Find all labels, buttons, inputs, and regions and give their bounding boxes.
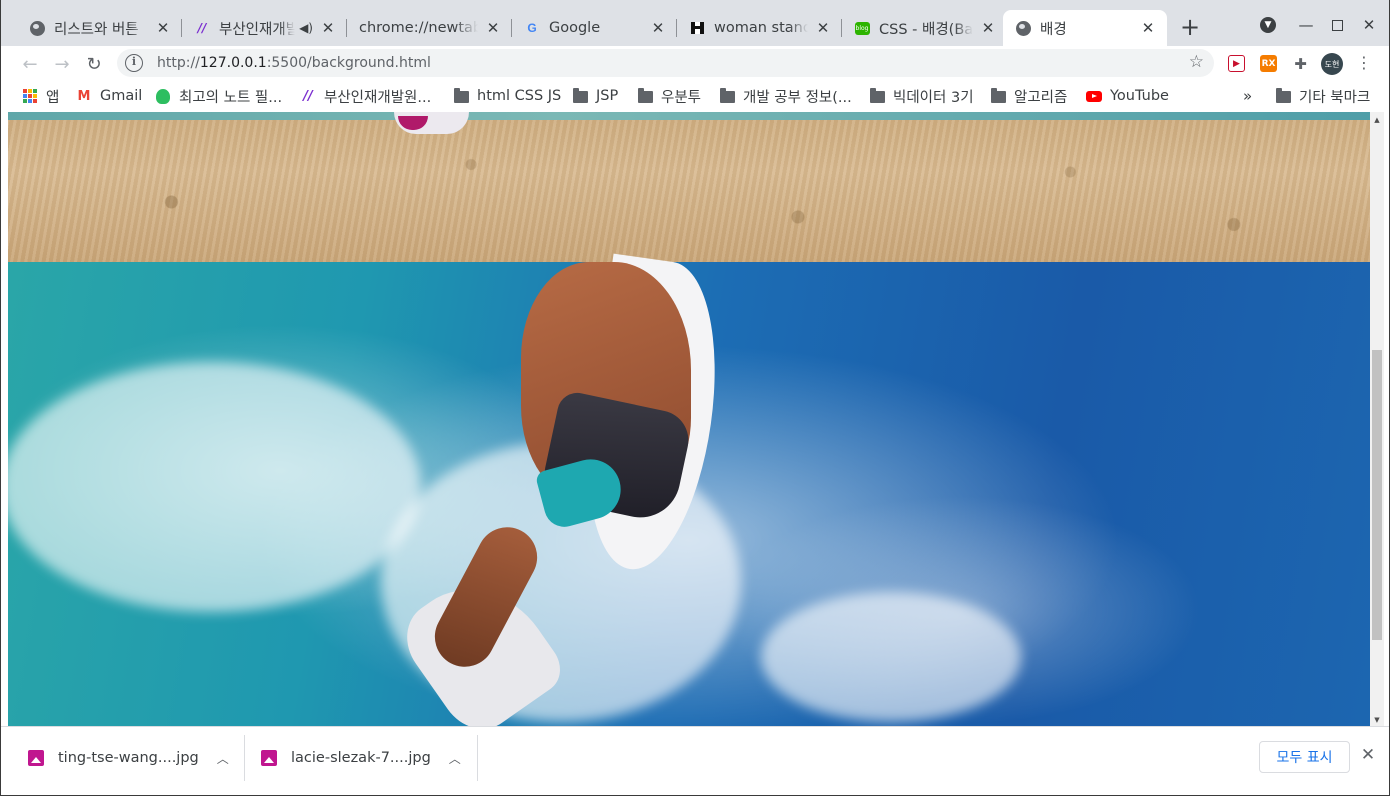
- tab-title: Google: [549, 20, 601, 36]
- close-icon[interactable]: ✕: [319, 19, 337, 37]
- close-icon[interactable]: ✕: [814, 19, 832, 37]
- tab-search-button[interactable]: ▼: [1257, 14, 1279, 36]
- extension-red-icon[interactable]: ▶: [1228, 55, 1245, 72]
- reload-button[interactable]: ↻: [80, 50, 108, 78]
- menu-icon[interactable]: ⋮: [1356, 53, 1372, 75]
- youtube-icon: [1086, 88, 1102, 104]
- bookmark-folder-bigdata[interactable]: 빅데이터 3기: [869, 86, 974, 106]
- download-filename: lacie-slezak-7....jpg: [291, 750, 431, 766]
- sand-background-image: [8, 112, 1370, 262]
- bookmark-folder-jsp[interactable]: JSP: [572, 86, 618, 106]
- apps-grid-icon: [22, 88, 38, 104]
- close-icon[interactable]: ✕: [1139, 19, 1157, 37]
- evernote-icon: [155, 88, 171, 104]
- bookmark-busan[interactable]: // 부산인재개발원...: [300, 86, 431, 106]
- bookmarks-overflow-button[interactable]: »: [1243, 86, 1252, 106]
- download-item[interactable]: lacie-slezak-7....jpg ︿: [261, 735, 461, 781]
- extensions-puzzle-icon[interactable]: ✚: [1292, 55, 1309, 73]
- avatar[interactable]: 도현: [1321, 53, 1343, 75]
- tab-background-active[interactable]: 배경 ✕: [1003, 10, 1167, 46]
- back-button[interactable]: ←: [16, 50, 44, 78]
- tab-title: 리스트와 버튼: [54, 21, 139, 38]
- tab-strip: 리스트와 버튼 ✕ // 부산인재개발원 ◀) ✕ chrome://newta…: [1, 0, 1389, 46]
- folder-icon: [719, 88, 735, 104]
- bookmark-evernote[interactable]: 최고의 노트 필...: [155, 86, 282, 106]
- tab-title: chrome://newtab: [359, 20, 478, 36]
- toolbar: ← → ↻ i http://127.0.0.1:5500/background…: [1, 46, 1389, 81]
- globe-icon: [29, 20, 45, 36]
- tab-css-background[interactable]: blog CSS - 배경(Background) ✕: [842, 10, 1007, 46]
- extension-orange-icon[interactable]: RX: [1260, 55, 1277, 72]
- download-item[interactable]: ting-tse-wang....jpg ︿: [28, 735, 229, 781]
- download-filename: ting-tse-wang....jpg: [58, 750, 199, 766]
- chevron-up-icon[interactable]: ︿: [449, 750, 461, 767]
- scroll-down-icon[interactable]: ▼: [1373, 716, 1381, 724]
- address-bar[interactable]: i http://127.0.0.1:5500/background.html …: [117, 49, 1214, 77]
- scrollbar-thumb[interactable]: [1372, 350, 1382, 640]
- folder-icon: [869, 88, 885, 104]
- image-file-icon: [261, 750, 277, 766]
- url-text[interactable]: http://127.0.0.1:5500/background.html: [157, 55, 431, 71]
- show-all-button[interactable]: 모두 표시: [1259, 741, 1350, 773]
- surfboard-tip-image: [394, 112, 469, 134]
- chevron-up-icon[interactable]: ︿: [217, 750, 229, 767]
- bookmark-folder-dev[interactable]: 개발 공부 정보(...: [719, 86, 852, 106]
- bookmark-folder-algorithm[interactable]: 알고리즘: [990, 86, 1067, 106]
- bookmark-folder-html[interactable]: html CSS JS: [453, 86, 561, 106]
- close-icon[interactable]: ✕: [1359, 745, 1377, 767]
- image-file-icon: [28, 750, 44, 766]
- maximize-button[interactable]: [1326, 14, 1348, 36]
- speaker-icon[interactable]: ◀): [299, 21, 313, 35]
- new-tab-button[interactable]: +: [1178, 15, 1202, 40]
- unsplash-icon: [689, 20, 705, 36]
- globe-icon: [1015, 20, 1031, 36]
- page-viewport[interactable]: ▲ ▼: [1, 112, 1389, 726]
- tab-title: 부산인재개발원: [219, 21, 295, 38]
- scroll-up-icon[interactable]: ▲: [1373, 116, 1381, 124]
- bookmark-folder-ubuntu[interactable]: 우분투: [637, 86, 701, 106]
- close-icon[interactable]: ✕: [484, 19, 502, 37]
- close-icon[interactable]: ✕: [649, 19, 667, 37]
- folder-icon: [572, 88, 588, 104]
- sand-sea-edge: [8, 112, 1370, 120]
- tab-title: woman standing: [714, 20, 808, 36]
- bookmark-apps[interactable]: 앱: [22, 86, 59, 106]
- minimize-button[interactable]: —: [1295, 14, 1317, 36]
- folder-icon: [453, 88, 469, 104]
- browser-window: 리스트와 버튼 ✕ // 부산인재개발원 ◀) ✕ chrome://newta…: [0, 0, 1390, 796]
- forward-button[interactable]: →: [48, 50, 76, 78]
- bookmarks-bar: 앱 M Gmail 최고의 노트 필... // 부산인재개발원... html…: [1, 81, 1389, 112]
- chevron-down-icon: ▼: [1260, 17, 1276, 33]
- tab-busan[interactable]: // 부산인재개발원 ◀) ✕: [182, 10, 347, 46]
- vertical-scrollbar[interactable]: ▲ ▼: [1370, 112, 1384, 726]
- close-icon[interactable]: ✕: [154, 19, 172, 37]
- folder-icon: [990, 88, 1006, 104]
- window-close-button[interactable]: ✕: [1358, 14, 1380, 36]
- tab-google[interactable]: G Google ✕: [512, 10, 677, 46]
- close-icon[interactable]: ✕: [979, 19, 997, 37]
- bookmark-star-icon[interactable]: ☆: [1189, 52, 1204, 72]
- blog-icon: blog: [854, 20, 870, 36]
- folder-icon: [1275, 88, 1291, 104]
- slash-logo-icon: //: [303, 88, 313, 104]
- bookmark-other[interactable]: 기타 북마크: [1275, 86, 1370, 106]
- google-icon: G: [527, 21, 537, 35]
- info-icon[interactable]: i: [125, 54, 143, 72]
- tab-title: CSS - 배경(Background): [879, 21, 973, 38]
- slash-logo-icon: //: [197, 21, 207, 35]
- bookmark-youtube[interactable]: YouTube: [1086, 86, 1169, 106]
- bookmark-gmail[interactable]: M Gmail: [76, 86, 143, 106]
- download-shelf: ting-tse-wang....jpg ︿ lacie-slezak-7...…: [1, 726, 1389, 795]
- tab-newtab[interactable]: chrome://newtab ✕: [347, 10, 512, 46]
- folder-icon: [637, 88, 653, 104]
- gmail-icon: M: [77, 88, 91, 104]
- tab-title: 배경: [1040, 21, 1067, 38]
- tab-list-buttons[interactable]: 리스트와 버튼 ✕: [17, 10, 182, 46]
- tab-woman-standing[interactable]: woman standing ✕: [677, 10, 842, 46]
